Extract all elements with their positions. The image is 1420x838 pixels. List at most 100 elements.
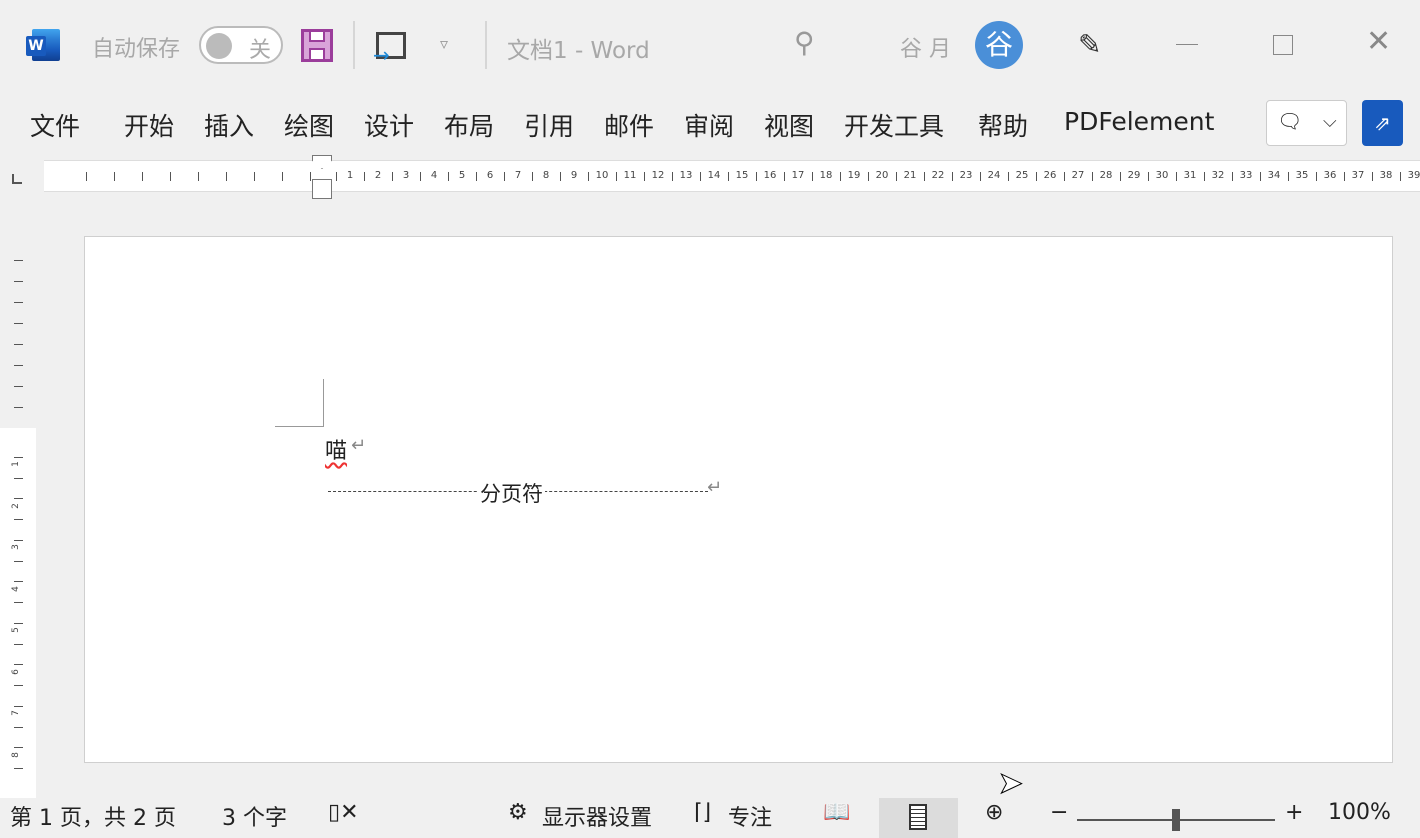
ruler-number: 21	[903, 170, 917, 181]
tab-pdfelement[interactable]: PDFelement	[1064, 107, 1214, 136]
ruler-tick	[420, 172, 421, 181]
ruler-tick	[14, 602, 23, 603]
ruler-tick	[952, 172, 953, 181]
zoom-out-button[interactable]: −	[1050, 800, 1068, 825]
ruler-tick	[1204, 172, 1205, 181]
zoom-slider[interactable]	[1077, 809, 1275, 831]
print-layout-button[interactable]	[879, 798, 958, 838]
ruler-number: 4	[10, 585, 21, 592]
horizontal-ruler[interactable]: 1 2 3 4 5 6 7 8 9 10 11 12 13 14 15 16 17 18 19 20 21 22 23 24 2…	[44, 160, 1420, 192]
proofing-icon[interactable]: ▯✕	[328, 800, 359, 825]
tab-file[interactable]: 文件	[30, 107, 80, 143]
ruler-tick	[1288, 172, 1289, 181]
ruler-tick	[14, 747, 23, 748]
ruler-tick	[700, 172, 701, 181]
document-page[interactable]: 喵 ↵ 分页符 ↵	[84, 236, 1393, 763]
coauthoring-icon[interactable]: ✎	[1078, 28, 1101, 61]
zoom-in-button[interactable]: +	[1285, 800, 1303, 825]
autosave-toggle[interactable]: 关	[199, 26, 283, 64]
ruler-number: 28	[1099, 170, 1113, 181]
tab-layout[interactable]: 布局	[444, 107, 494, 143]
ruler-number: 10	[595, 170, 609, 181]
ruler-tick	[756, 172, 757, 181]
ruler-tick	[336, 172, 337, 181]
ruler-number: 1	[10, 461, 21, 467]
ruler-tick	[532, 172, 533, 181]
close-icon[interactable]: ✕	[1366, 24, 1391, 59]
web-layout-icon[interactable]: ⊕	[985, 800, 1003, 825]
ruler-number: 2	[10, 502, 21, 509]
tab-design[interactable]: 设计	[364, 107, 414, 143]
focus-icon[interactable]: ⌈⌋	[694, 800, 711, 825]
ruler-number: 11	[623, 170, 637, 181]
ruler-tick	[14, 560, 23, 562]
ruler-number: 31	[1183, 170, 1197, 181]
ruler-tick	[672, 172, 673, 181]
user-name[interactable]: 谷 月	[900, 31, 951, 63]
tab-draw[interactable]: 绘图	[284, 107, 334, 143]
ruler-tick	[310, 172, 311, 181]
customize-toolbar-icon[interactable]: ▿	[440, 34, 448, 53]
ruler-tick	[1120, 172, 1121, 181]
ruler-number: 2	[374, 170, 382, 181]
minimize-icon[interactable]	[1176, 44, 1198, 45]
display-settings-button[interactable]: 显示器设置	[542, 800, 652, 832]
search-icon[interactable]: ⚲	[794, 26, 815, 59]
ruler-tick	[980, 172, 981, 181]
ruler-number: 20	[875, 170, 889, 181]
comments-button[interactable]: 🗨 ⌵	[1266, 100, 1347, 146]
ruler-number: 3	[402, 170, 410, 181]
ruler-tick	[784, 172, 785, 181]
focus-button[interactable]: 专注	[728, 800, 772, 832]
ruler-number: 17	[791, 170, 805, 181]
paragraph-mark: ↵	[707, 477, 723, 498]
ruler-number: 26	[1043, 170, 1057, 181]
ruler-number: 39	[1407, 170, 1420, 181]
display-settings-icon[interactable]: ⚙	[508, 800, 528, 825]
ruler-tick	[560, 172, 561, 181]
autosave-label: 自动保存	[92, 37, 181, 62]
ruler-number: 14	[707, 170, 721, 181]
tab-developer[interactable]: 开发工具	[844, 107, 944, 143]
ruler-tick	[448, 172, 449, 181]
page-count[interactable]: 第 1 页，共 2 页	[10, 800, 176, 832]
tab-references[interactable]: 引用	[524, 107, 574, 143]
word-count[interactable]: 3 个字	[222, 800, 287, 832]
ruler-tick	[644, 172, 645, 181]
zoom-slider-thumb[interactable]	[1172, 809, 1180, 831]
ruler-tick	[142, 172, 143, 181]
indent-marker[interactable]	[312, 155, 332, 200]
separator	[485, 21, 487, 69]
ruler-tick	[1400, 172, 1401, 181]
tab-insert[interactable]: 插入	[204, 107, 254, 143]
read-mode-icon[interactable]: 📖	[823, 800, 850, 825]
ruler-tick	[226, 172, 227, 181]
ruler-tick	[14, 281, 23, 282]
ruler-tick	[728, 172, 729, 181]
tab-review[interactable]: 审阅	[684, 107, 734, 143]
ruler-tick	[364, 172, 365, 181]
ruler-number: 12	[651, 170, 665, 181]
ruler-tick	[1372, 172, 1373, 181]
ruler-tick	[840, 172, 841, 181]
ruler-tick	[282, 172, 283, 181]
tab-mailings[interactable]: 邮件	[604, 107, 654, 143]
ruler-tick	[14, 477, 23, 479]
ruler-number: 8	[542, 170, 550, 181]
share-button[interactable]: ⇗	[1362, 100, 1403, 146]
save-icon[interactable]	[301, 29, 333, 62]
tab-view[interactable]: 视图	[764, 107, 814, 143]
tab-help[interactable]: 帮助	[978, 107, 1028, 143]
maximize-icon[interactable]	[1273, 35, 1293, 55]
avatar[interactable]: 谷	[975, 21, 1023, 69]
zoom-level[interactable]: 100%	[1328, 800, 1391, 825]
present-icon[interactable]: →	[373, 32, 406, 67]
ruler-tick	[14, 519, 23, 520]
comment-icon: 🗨	[1277, 109, 1303, 133]
tab-selector[interactable]	[12, 174, 22, 184]
ruler-tick	[14, 664, 23, 665]
vertical-ruler[interactable]: 1 2 3 4 5 6 7 8	[0, 218, 36, 798]
tab-home[interactable]: 开始	[124, 107, 174, 143]
ruler-tick	[14, 726, 23, 728]
ruler-tick	[14, 344, 23, 345]
